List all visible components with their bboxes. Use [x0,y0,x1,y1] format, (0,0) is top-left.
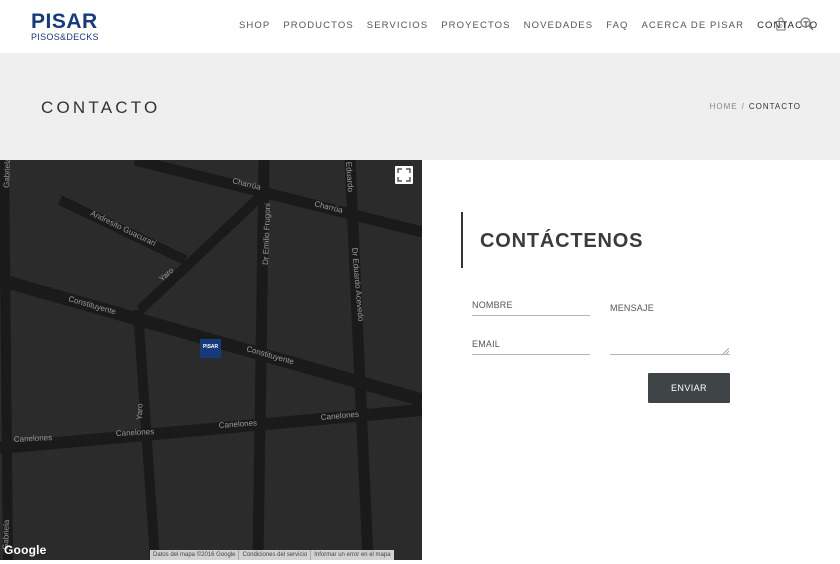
map-report-error-link[interactable]: Informar un error en el mapa [311,550,393,560]
street-label: Eduardo [344,162,355,193]
map-streets: Gabriela Charrúa Charrúa Andresito Guacu… [0,160,422,560]
nombre-field[interactable] [472,298,590,316]
street-label: Gabriela [2,160,12,188]
pisar-logo[interactable]: PISAR PISOS&DECKS [31,10,101,44]
nav-item-faq[interactable]: FAQ [606,19,628,33]
breadcrumb: HOME / CONTACTO [710,101,801,113]
main-nav: SHOP PRODUCTOS SERVICIOS PROYECTOS NOVED… [239,19,831,33]
fullscreen-icon [397,168,411,182]
map-data-attribution: Datos del mapa ©2016 Google [150,550,240,560]
map-marker[interactable]: PISAR [200,339,221,358]
google-map[interactable]: Gabriela Charrúa Charrúa Andresito Guacu… [0,160,422,560]
svg-text:0: 0 [780,24,783,30]
street-label: Andresito Guacurarí [89,209,158,249]
fullscreen-button[interactable] [395,166,413,184]
street-label: Dr Emilio Frugoni [261,203,272,265]
page-title-band: CONTACTO HOME / CONTACTO [0,53,840,160]
nav-item-proyectos[interactable]: PROYECTOS [441,19,510,33]
contact-title-accent [461,212,463,268]
nav-item-servicios[interactable]: SERVICIOS [367,19,428,33]
mensaje-field[interactable] [610,302,730,355]
resize-grip-icon[interactable] [723,348,729,354]
nav-item-productos[interactable]: PRODUCTOS [283,19,353,33]
map-terms-link[interactable]: Condiciones del servicio [239,550,312,560]
page-title: CONTACTO [41,98,161,117]
map-attribution: Datos del mapa ©2016 Google Condiciones … [150,550,394,560]
site-header: PISAR PISOS&DECKS SHOP PRODUCTOS SERVICI… [0,0,840,53]
logo-sub-text: PISOS&DECKS [31,32,99,42]
marker-label: PISAR [202,344,219,350]
enviar-button[interactable]: ENVIAR [648,373,730,403]
search-icon[interactable] [799,16,815,32]
breadcrumb-home[interactable]: HOME [710,101,738,113]
contact-title: CONTÁCTENOS [480,230,644,252]
street-label: Yaro [135,403,145,420]
logo-main-text: PISAR [31,10,98,33]
nav-item-acerca[interactable]: ACERCA DE PISAR [642,19,745,33]
shopping-bag-icon[interactable]: 0 [773,16,789,32]
nav-item-shop[interactable]: SHOP [239,19,270,33]
email-field[interactable] [472,337,590,355]
breadcrumb-current: CONTACTO [748,102,801,111]
google-logo: Google [4,543,47,557]
nav-item-novedades[interactable]: NOVEDADES [524,19,594,33]
breadcrumb-separator: / [741,102,745,111]
